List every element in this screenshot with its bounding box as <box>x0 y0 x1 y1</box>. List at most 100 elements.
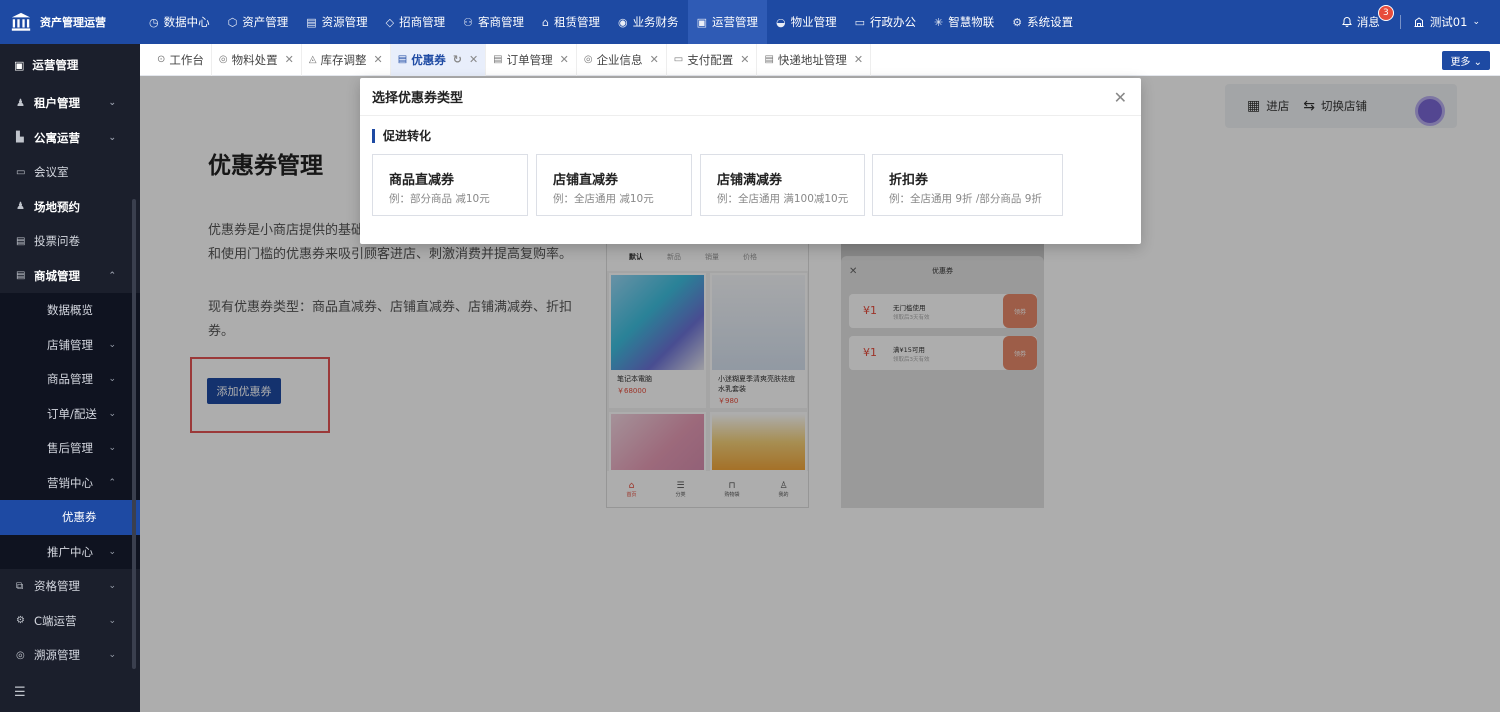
gear-icon: ⚙ <box>16 615 25 627</box>
sidebar-item-label: 推广中心 <box>47 544 93 559</box>
close-icon[interactable]: ✕ <box>740 53 749 66</box>
sidebar-item-label: 售后管理 <box>47 441 93 456</box>
nav-data-center[interactable]: ◷ 数据中心 <box>140 0 219 44</box>
close-icon[interactable]: ✕ <box>560 53 569 66</box>
close-icon[interactable]: ✕ <box>374 53 383 66</box>
nav-property[interactable]: ◒ 物业管理 <box>767 0 846 44</box>
sidebar-item-product[interactable]: 商品管理 ⌄ <box>0 362 140 397</box>
close-icon[interactable]: ✕ <box>854 53 863 66</box>
nav-iot[interactable]: ✳ 智慧物联 <box>925 0 1003 44</box>
nav-office[interactable]: ▭ 行政办公 <box>846 0 925 44</box>
tab-orders[interactable]: ▤ 订单管理 ✕ <box>486 43 577 76</box>
nav-operations[interactable]: ▣ 运营管理 <box>687 0 767 44</box>
user-menu[interactable]: 测试01 ⌄ <box>1413 14 1480 30</box>
close-icon[interactable]: ✕ <box>285 53 294 66</box>
bell-icon <box>1341 16 1352 27</box>
tab-label: 库存调整 <box>320 52 367 67</box>
close-icon[interactable]: ✕ <box>1114 88 1127 107</box>
sidebar-item-meeting-room[interactable]: ▭ 会议室 <box>0 155 140 190</box>
nav-merchant[interactable]: ⚇ 客商管理 <box>454 0 533 44</box>
refresh-icon[interactable]: ↻ <box>453 53 462 66</box>
sidebar-item-label: 商城管理 <box>34 268 80 283</box>
grid-icon: ▣ <box>14 58 25 72</box>
sidebar-scrollbar[interactable] <box>132 199 136 669</box>
nav-label: 招商管理 <box>399 15 446 29</box>
building-icon <box>1414 17 1424 27</box>
tab-payment[interactable]: ▭ 支付配置 ✕ <box>667 43 758 76</box>
sidebar-item-label: 场地预约 <box>34 199 80 214</box>
sidebar-item-venue[interactable]: ♟ 场地预约 <box>0 190 140 225</box>
coupon-type-example: 例：全店通用 满100减10元 <box>717 193 849 205</box>
sidebar-item-coupon[interactable]: 优惠券 <box>0 500 140 535</box>
sidebar-item-label: 会议室 <box>34 165 69 180</box>
target-icon: ◎ <box>16 649 25 661</box>
sidebar-item-label: 营销中心 <box>47 475 93 490</box>
nav-lease[interactable]: ⌂ 租赁管理 <box>533 0 609 44</box>
brand[interactable]: 资产管理运营 <box>0 0 140 44</box>
sidebar-item-data-overview[interactable]: 数据概览 <box>0 293 140 328</box>
sidebar-item-marketing[interactable]: 营销中心 ⌃ <box>0 466 140 501</box>
building-icon: ▤ <box>306 15 317 29</box>
close-icon[interactable]: ✕ <box>469 53 478 66</box>
nav-label: 业务财务 <box>632 15 679 29</box>
chevron-down-icon: ⌄ <box>108 581 116 592</box>
sidebar-item-label: 数据概览 <box>47 303 93 318</box>
nav-finance[interactable]: ◉ 业务财务 <box>609 0 688 44</box>
home-icon: ⌂ <box>541 15 549 29</box>
nav-resource[interactable]: ▤ 资源管理 <box>297 0 376 44</box>
chevron-down-icon: ⌄ <box>108 443 116 454</box>
nav-label: 租赁管理 <box>553 15 600 29</box>
dashboard-icon: ◷ <box>149 15 159 29</box>
sidebar-item-apartment[interactable]: ▙ 公寓运营 ⌄ <box>0 121 140 156</box>
sidebar-item-traceability[interactable]: ◎ 溯源管理 ⌄ <box>0 638 140 673</box>
tab-label: 订单管理 <box>506 52 553 67</box>
sidebar-item-c-operations[interactable]: ⚙ C端运营 ⌄ <box>0 604 140 639</box>
sidebar-item-tenant[interactable]: ♟ 租户管理 ⌄ <box>0 86 140 121</box>
sidebar-title: 运营管理 <box>32 58 79 72</box>
sidebar-item-label: 订单/配送 <box>47 406 97 421</box>
header-right: 消息 3 测试01 ⌄ <box>1341 5 1500 30</box>
sidebar-item-order[interactable]: 订单/配送 ⌄ <box>0 397 140 432</box>
sidebar-item-qualification[interactable]: ⧉ 资格管理 ⌄ <box>0 569 140 604</box>
sidebar-item-mall[interactable]: ▤ 商城管理 ⌃ <box>0 259 140 294</box>
document-icon: ▤ <box>16 235 26 247</box>
chevron-down-icon: ⌄ <box>108 615 116 626</box>
sidebar-item-promotion[interactable]: 推广中心 ⌄ <box>0 535 140 570</box>
chevron-down-icon: ⌄ <box>108 339 116 350</box>
building-icon: ▙ <box>16 132 24 144</box>
sidebar-item-survey[interactable]: ▤ 投票问卷 <box>0 224 140 259</box>
sidebar-item-label: 投票问卷 <box>34 234 80 249</box>
box-icon: ◬ <box>308 54 317 65</box>
nav-asset[interactable]: ⬡ 资产管理 <box>219 0 298 44</box>
tab-coupon[interactable]: ▤ 优惠券 ↻ ✕ <box>390 43 487 76</box>
gear-icon: ⚙ <box>1012 15 1023 29</box>
nav-invest[interactable]: ◇ 招商管理 <box>377 0 454 44</box>
messages-count-badge: 3 <box>1377 5 1394 21</box>
close-icon[interactable]: ✕ <box>650 53 659 66</box>
tab-express[interactable]: ▤ 快递地址管理 ✕ <box>757 43 872 76</box>
chevron-down-icon: ⌄ <box>108 132 116 143</box>
coupon-type-store-threshold[interactable]: 店铺满减券 例：全店通用 满100减10元 <box>700 154 865 216</box>
sidebar-item-aftersale[interactable]: 售后管理 ⌄ <box>0 431 140 466</box>
tab-inventory[interactable]: ◬ 库存调整 ✕ <box>302 43 391 76</box>
coupon-type-percent-off[interactable]: 折扣券 例：全店通用 9折 /部分商品 9折 <box>872 154 1063 216</box>
wallet-icon: ▭ <box>673 54 684 65</box>
nav-label: 运营管理 <box>711 15 758 29</box>
sidebar-item-store[interactable]: 店铺管理 ⌄ <box>0 328 140 363</box>
tab-workbench[interactable]: ⊙ 工作台 <box>150 43 212 76</box>
tab-company[interactable]: ◎ 企业信息 ✕ <box>577 43 667 76</box>
main-nav: ◷ 数据中心 ⬡ 资产管理 ▤ 资源管理 ◇ 招商管理 ⚇ 客商管理 ⌂ 租赁管理 ◉ 业务财… <box>140 0 1082 44</box>
messages-label: 消息 <box>1356 15 1380 29</box>
nav-label: 物业管理 <box>790 15 837 29</box>
coupon-type-product-discount[interactable]: 商品直减券 例：部分商品 减10元 <box>372 154 528 216</box>
nav-settings[interactable]: ⚙ 系统设置 <box>1003 0 1082 44</box>
tab-label: 物料处置 <box>231 52 278 67</box>
grid-icon: ▣ <box>696 15 707 29</box>
coupon-type-store-discount[interactable]: 店铺直减券 例：全店通用 减10元 <box>536 154 692 216</box>
sidebar-header: ▣ 运营管理 <box>0 44 140 86</box>
more-tabs-button[interactable]: 更多 ⌄ <box>1442 51 1490 70</box>
collapse-menu-icon[interactable]: ☰ <box>14 685 26 700</box>
tab-label: 支付配置 <box>687 52 734 67</box>
messages-button[interactable]: 消息 3 <box>1341 5 1394 30</box>
tab-material[interactable]: ◎ 物料处置 ✕ <box>212 43 302 76</box>
